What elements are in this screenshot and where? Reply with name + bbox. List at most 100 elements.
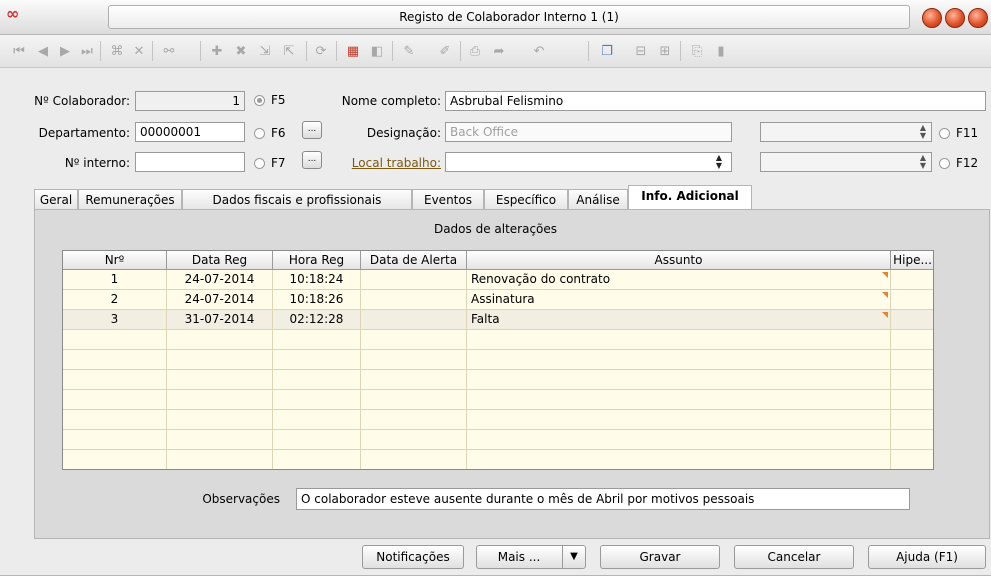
toolbar-separator xyxy=(200,41,201,61)
nome-field[interactable]: Asbrubal Felismino xyxy=(445,91,986,111)
export-icon[interactable]: ➦ xyxy=(490,42,508,60)
extra-select-1[interactable] xyxy=(760,122,932,142)
f6-label: F6 xyxy=(271,126,286,140)
chart-icon[interactable]: ◧ xyxy=(368,42,386,60)
calendar-icon[interactable]: ▦ xyxy=(344,42,362,60)
notificacoes-button[interactable]: Notificações xyxy=(362,545,464,569)
cell-hipe xyxy=(891,310,933,329)
close-button[interactable] xyxy=(968,8,988,28)
cell-data-alerta xyxy=(361,310,467,329)
tab-geral[interactable]: Geral xyxy=(34,189,78,209)
tab-eventos[interactable]: Eventos xyxy=(412,189,484,209)
tab-especifico[interactable]: Específico xyxy=(484,189,568,209)
grid-title: Dados de alterações xyxy=(433,222,558,236)
title-bar: ∞ Registo de Colaborador Interno 1 (1) xyxy=(0,0,991,35)
column-header-hipe[interactable]: Hipe... xyxy=(891,251,933,270)
remove-icon[interactable]: ✖ xyxy=(232,42,250,60)
f11-radio[interactable] xyxy=(939,128,950,139)
tab-dados-fiscais[interactable]: Dados fiscais e profissionais xyxy=(182,189,412,209)
empty-row xyxy=(63,450,933,469)
column-header-assunto[interactable]: Assunto xyxy=(467,251,891,270)
local-trabalho-select[interactable] xyxy=(445,152,732,172)
tools-icon[interactable]: ✎ xyxy=(400,42,418,60)
chevron-down-icon[interactable]: ▼ xyxy=(562,546,585,568)
bookmark-icon[interactable]: ▮ xyxy=(712,42,730,60)
insert-icon[interactable]: ✚ xyxy=(208,42,226,60)
local-trabalho-link[interactable]: Local trabalho: xyxy=(325,156,441,170)
local-spin-arrows-icon[interactable]: ▲ ▼ xyxy=(712,154,726,172)
tab-info-adicional[interactable]: Info. Adicional xyxy=(628,185,752,210)
cell-assunto-text: Assinatura xyxy=(471,292,535,306)
layout-right-icon[interactable]: ⊞ xyxy=(656,42,674,60)
f11-label: F11 xyxy=(956,126,979,140)
find-icon[interactable]: ⌘ xyxy=(108,42,126,60)
clear-icon[interactable]: ⟳ xyxy=(312,42,330,60)
gravar-button[interactable]: Gravar xyxy=(600,545,720,569)
layout-icon[interactable]: ⊟ xyxy=(632,42,650,60)
toolbar-separator xyxy=(680,41,681,61)
column-header-nr[interactable]: Nrº xyxy=(63,251,167,270)
binoculars-icon[interactable]: ⚯ xyxy=(160,42,178,60)
toolbar-separator xyxy=(460,41,461,61)
observacoes-field[interactable]: O colaborador esteve ausente durante o m… xyxy=(296,488,910,510)
ajuda-button[interactable]: Ajuda (F1) xyxy=(868,545,986,569)
toolbar-separator xyxy=(588,41,589,61)
cell-assunto-text: Renovação do contrato xyxy=(471,272,611,286)
window-title: Registo de Colaborador Interno 1 (1) xyxy=(108,5,910,29)
cell-assunto: Assinatura xyxy=(467,290,891,309)
colaborador-label: Nº Colaborador: xyxy=(34,94,130,108)
last-record-icon[interactable]: ⏭ xyxy=(78,42,96,60)
collapse-icon[interactable]: ⇱ xyxy=(280,42,298,60)
spin-arrows-icon[interactable]: ▲ ▼ xyxy=(916,124,930,142)
departamento-browse-button[interactable]: ... xyxy=(302,121,322,139)
f12-radio[interactable] xyxy=(939,158,950,169)
window-icon[interactable]: ❐ xyxy=(598,42,616,60)
f5-radio[interactable] xyxy=(254,95,265,106)
minimize-button[interactable] xyxy=(922,8,942,28)
table-row[interactable]: 3 31-07-2014 02:12:28 Falta xyxy=(63,310,933,330)
maximize-button[interactable] xyxy=(945,8,965,28)
f12-label: F12 xyxy=(956,156,979,170)
column-header-hora-reg[interactable]: Hora Reg xyxy=(273,251,361,270)
designacao-label: Designação: xyxy=(366,126,441,140)
delete-filter-icon[interactable]: ✕ xyxy=(130,42,148,60)
interno-field[interactable] xyxy=(135,152,245,172)
prev-record-icon[interactable]: ◀ xyxy=(34,42,52,60)
mais-button[interactable]: Mais ... ▼ xyxy=(476,545,586,569)
comment-marker-icon xyxy=(882,292,888,298)
designacao-field: Back Office xyxy=(445,122,732,142)
cell-data-reg: 24-07-2014 xyxy=(167,290,273,309)
f6-radio[interactable] xyxy=(254,128,265,139)
departamento-label: Departamento: xyxy=(38,126,130,140)
cell-data-alerta xyxy=(361,270,467,289)
spin-arrows-icon[interactable]: ▲ ▼ xyxy=(916,154,930,172)
extra-select-2[interactable] xyxy=(760,152,932,172)
comment-marker-icon xyxy=(882,312,888,318)
table-row[interactable]: 2 24-07-2014 10:18:26 Assinatura xyxy=(63,290,933,310)
print-icon[interactable]: ⎙ xyxy=(466,42,484,60)
cell-assunto-text: Falta xyxy=(471,312,500,326)
toolbar-separator xyxy=(306,41,307,61)
table-row[interactable]: 1 24-07-2014 10:18:24 Renovação do contr… xyxy=(63,270,933,290)
tab-analise[interactable]: Análise xyxy=(568,189,628,209)
cancelar-button[interactable]: Cancelar xyxy=(734,545,854,569)
cell-data-alerta xyxy=(361,290,467,309)
interno-browse-button[interactable]: ... xyxy=(302,151,322,169)
first-record-icon[interactable]: ⏮ xyxy=(10,42,28,60)
edit-icon[interactable]: ✐ xyxy=(436,42,454,60)
expand-icon[interactable]: ⇲ xyxy=(256,42,274,60)
cell-hipe xyxy=(891,270,933,289)
column-header-data-alerta[interactable]: Data de Alerta xyxy=(361,251,467,270)
tab-remuneracoes[interactable]: Remunerações xyxy=(78,189,182,209)
undo-icon[interactable]: ↶ xyxy=(530,42,548,60)
empty-row xyxy=(63,390,933,410)
empty-row xyxy=(63,330,933,350)
f7-radio[interactable] xyxy=(254,158,265,169)
column-header-data-reg[interactable]: Data Reg xyxy=(167,251,273,270)
attach-icon[interactable]: ⎘ xyxy=(688,42,706,60)
departamento-field[interactable]: 00000001 xyxy=(135,122,245,142)
cell-data-reg: 24-07-2014 xyxy=(167,270,273,289)
cell-hipe xyxy=(891,290,933,309)
colaborador-field[interactable]: 1 xyxy=(135,91,245,111)
next-record-icon[interactable]: ▶ xyxy=(56,42,74,60)
